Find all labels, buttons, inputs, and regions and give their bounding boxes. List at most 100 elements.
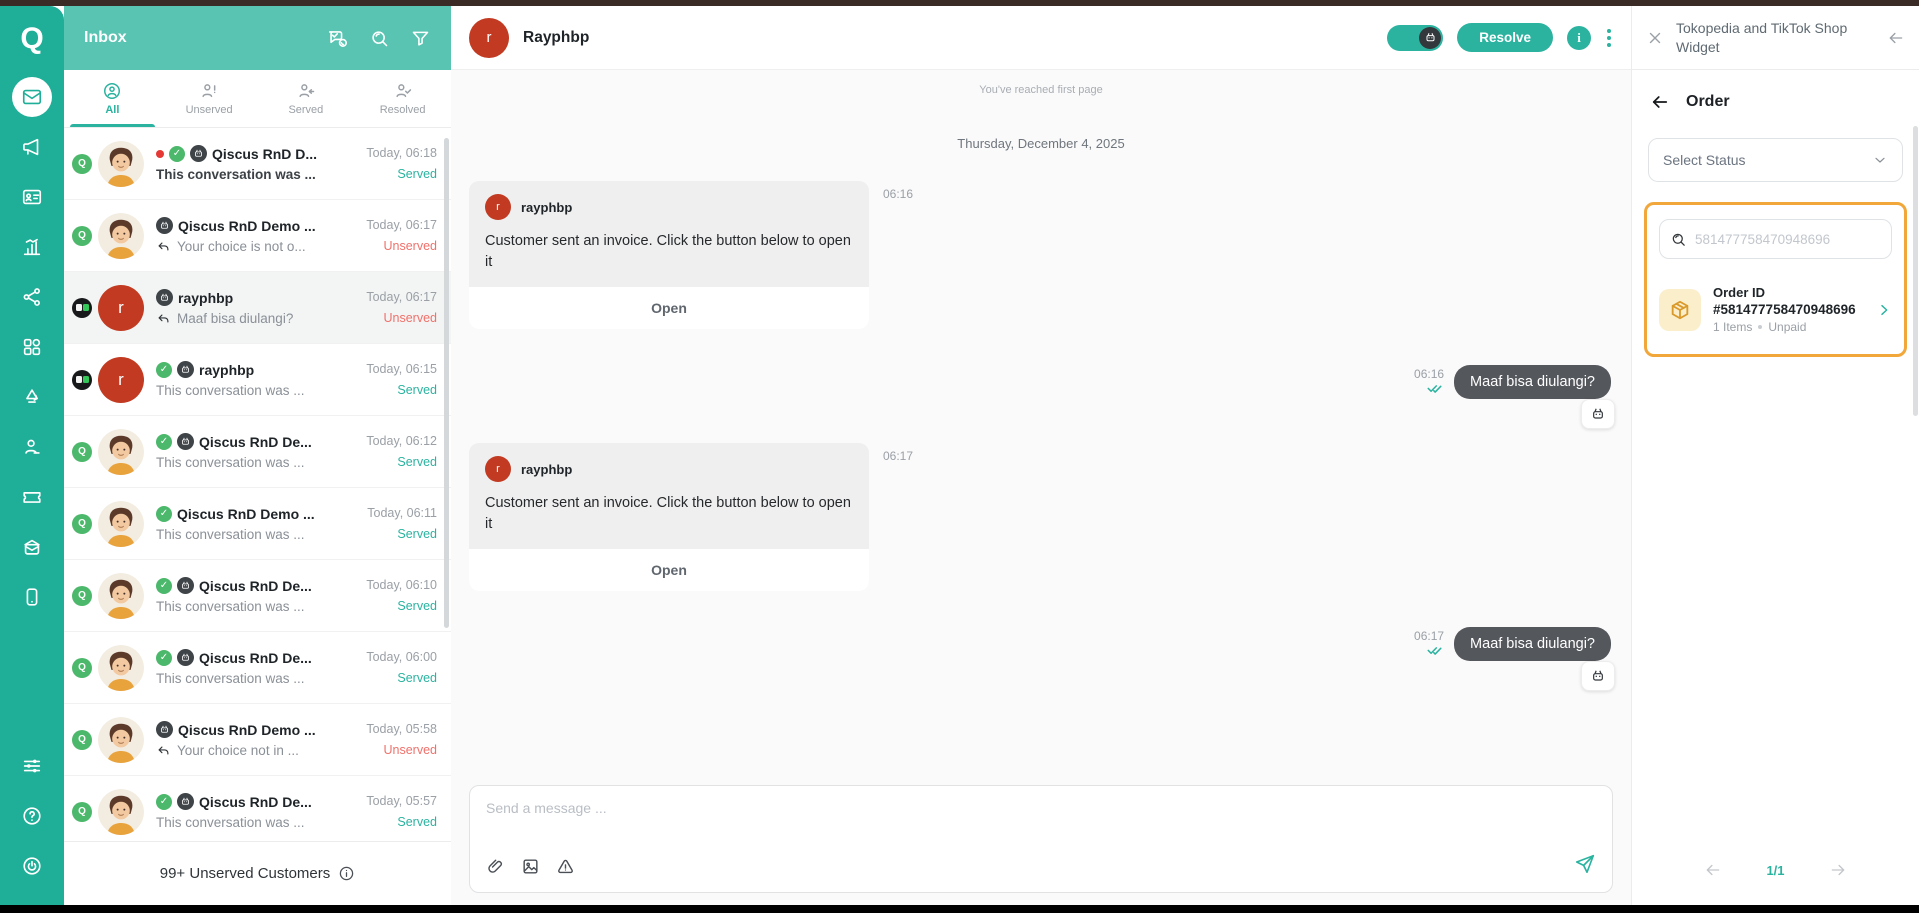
window-bottom-strip bbox=[0, 905, 1919, 913]
sidebar-item-integrations[interactable] bbox=[12, 277, 52, 317]
chat-check-icon[interactable] bbox=[328, 28, 349, 49]
conversation-time: Today, 06:10 bbox=[366, 578, 437, 592]
conversation-preview: This conversation was ... bbox=[156, 167, 316, 182]
bot-channel-icon bbox=[177, 577, 194, 594]
chat-info-button[interactable]: i bbox=[1567, 25, 1591, 50]
tab-served[interactable]: Served bbox=[258, 70, 355, 127]
more-options-button[interactable] bbox=[1605, 27, 1613, 49]
filter-icon[interactable] bbox=[410, 28, 431, 49]
select-status-dropdown[interactable]: Select Status bbox=[1648, 138, 1903, 182]
tab-served-label: Served bbox=[288, 104, 324, 116]
collapse-arrow-icon[interactable] bbox=[1887, 29, 1905, 47]
first-page-notice: You've reached first page bbox=[979, 84, 1103, 96]
shop-widget-panel: Tokopedia and TikTok Shop Widget Order S… bbox=[1631, 6, 1919, 905]
order-items-count: 1 Items bbox=[1713, 320, 1753, 334]
conversation-preview: This conversation was ... bbox=[156, 815, 305, 830]
conversation-status: Unserved bbox=[383, 311, 438, 325]
back-arrow-icon[interactable] bbox=[1650, 92, 1670, 112]
agent-icon bbox=[21, 436, 43, 458]
tab-unserved[interactable]: Unserved bbox=[161, 70, 258, 127]
share-nodes-icon bbox=[21, 286, 43, 308]
conversation-item[interactable]: Q ✓ Qiscus RnD De... This conversation w… bbox=[64, 776, 451, 841]
conversation-item[interactable]: Q ✓ Qiscus RnD Demo ... bbox=[64, 704, 451, 776]
bot-toggle[interactable] bbox=[1387, 24, 1444, 51]
conversation-item[interactable]: Q ✓ Qiscus RnD Demo ... bbox=[64, 488, 451, 560]
sidebar-item-workflows[interactable] bbox=[12, 377, 52, 417]
attachment-icon[interactable] bbox=[486, 857, 505, 876]
order-search-input[interactable] bbox=[1695, 231, 1881, 247]
conversation-status: Served bbox=[397, 383, 437, 397]
search-icon[interactable] bbox=[369, 28, 390, 49]
channel-badge: Q bbox=[72, 225, 92, 246]
chevron-down-icon bbox=[1872, 152, 1888, 168]
resolve-button[interactable]: Resolve bbox=[1457, 23, 1553, 52]
send-button[interactable] bbox=[1574, 853, 1596, 880]
list-scrollbar[interactable] bbox=[444, 138, 449, 628]
info-icon[interactable] bbox=[338, 865, 355, 882]
image-icon[interactable] bbox=[521, 857, 540, 876]
conversation-status: Served bbox=[397, 815, 437, 829]
tab-resolved[interactable]: Resolved bbox=[354, 70, 451, 127]
conversation-status: Served bbox=[397, 455, 437, 469]
open-invoice-button[interactable]: Open bbox=[469, 549, 869, 592]
conversation-item[interactable]: Q ✓ Qiscus RnD Demo ... bbox=[64, 200, 451, 272]
conversation-status: Unserved bbox=[383, 239, 438, 253]
conversation-status: Served bbox=[397, 167, 437, 181]
message-bubble: Maaf bisa diulangi? bbox=[1454, 365, 1615, 430]
sidebar-item-mobile[interactable] bbox=[12, 577, 52, 617]
sidebar-item-analytics[interactable] bbox=[12, 227, 52, 267]
tab-all[interactable]: All bbox=[64, 70, 161, 127]
sidebar-item-inbox[interactable] bbox=[12, 77, 52, 117]
chevron-right-icon[interactable] bbox=[1876, 302, 1892, 318]
conversation-item[interactable]: Q ✓ Qiscus RnD De... This conversation w… bbox=[64, 560, 451, 632]
sidebar-item-logout[interactable] bbox=[12, 846, 52, 886]
conversation-item[interactable]: Q ✓ Qiscus RnD De... This conversation w… bbox=[64, 416, 451, 488]
person-avatar-illustration bbox=[98, 573, 144, 619]
bot-channel-icon bbox=[156, 217, 173, 234]
sidebar-item-ticketing[interactable] bbox=[12, 477, 52, 517]
inbox-tabs: All Unserved Served Resolved bbox=[64, 70, 451, 128]
sidebar-item-contacts[interactable] bbox=[12, 177, 52, 217]
highlighted-order-section: Order ID #581477758470948696 1 Items Unp… bbox=[1644, 202, 1907, 357]
sidebar-item-apps[interactable] bbox=[12, 327, 52, 367]
chat-body: You've reached first page Thursday, Dece… bbox=[451, 70, 1631, 785]
message-input[interactable] bbox=[486, 800, 1596, 816]
open-invoice-button[interactable]: Open bbox=[469, 287, 869, 330]
message-time: 06:16 bbox=[883, 187, 914, 201]
close-icon[interactable] bbox=[1646, 29, 1664, 47]
conversation-item[interactable]: Q r ✓ rayphbp bbox=[64, 272, 451, 344]
order-section-title: Order bbox=[1686, 93, 1730, 110]
person-avatar-illustration bbox=[98, 141, 144, 187]
next-page-arrow[interactable] bbox=[1829, 861, 1847, 879]
double-check-icon bbox=[1427, 644, 1444, 656]
message-avatar: r bbox=[485, 194, 511, 220]
alert-icon[interactable] bbox=[556, 857, 575, 876]
order-card[interactable]: Order ID #581477758470948696 1 Items Unp… bbox=[1659, 285, 1892, 334]
prev-page-arrow[interactable] bbox=[1704, 861, 1722, 879]
person-avatar-illustration bbox=[98, 501, 144, 547]
sidebar-item-mailbox[interactable] bbox=[12, 527, 52, 567]
sidebar-item-agents[interactable] bbox=[12, 427, 52, 467]
avatar: r bbox=[98, 356, 144, 403]
tab-all-label: All bbox=[105, 104, 120, 116]
sidebar-item-help[interactable] bbox=[12, 796, 52, 836]
conversation-item[interactable]: Q ✓ Qiscus RnD De... This conversation w… bbox=[64, 632, 451, 704]
bot-sender-badge bbox=[1581, 661, 1615, 692]
channel-badge: Q bbox=[72, 441, 92, 462]
channel-badge: Q bbox=[72, 585, 92, 606]
message-text: Maaf bisa diulangi? bbox=[1470, 636, 1595, 653]
person-avatar-illustration bbox=[98, 645, 144, 691]
conversation-preview: This conversation was ... bbox=[156, 526, 305, 542]
conversation-item[interactable]: Q ✓ Qiscus RnD D... This conversation wa… bbox=[64, 128, 451, 200]
sidebar-item-settings[interactable] bbox=[12, 746, 52, 786]
megaphone-icon bbox=[21, 136, 43, 158]
conversation-item[interactable]: Q r ✓ rayphbp bbox=[64, 344, 451, 416]
sidebar-item-broadcast[interactable] bbox=[12, 127, 52, 167]
message-time: 06:17 bbox=[1414, 629, 1445, 644]
chat-header: r Rayphbp Resolve i bbox=[451, 6, 1631, 70]
resolved-check-icon: ✓ bbox=[156, 433, 172, 450]
resolved-tab-icon bbox=[393, 81, 413, 101]
panel-scrollbar[interactable] bbox=[1913, 126, 1918, 416]
conversation-name: Qiscus RnD Demo ... bbox=[177, 505, 315, 522]
ticket-icon bbox=[21, 486, 43, 508]
